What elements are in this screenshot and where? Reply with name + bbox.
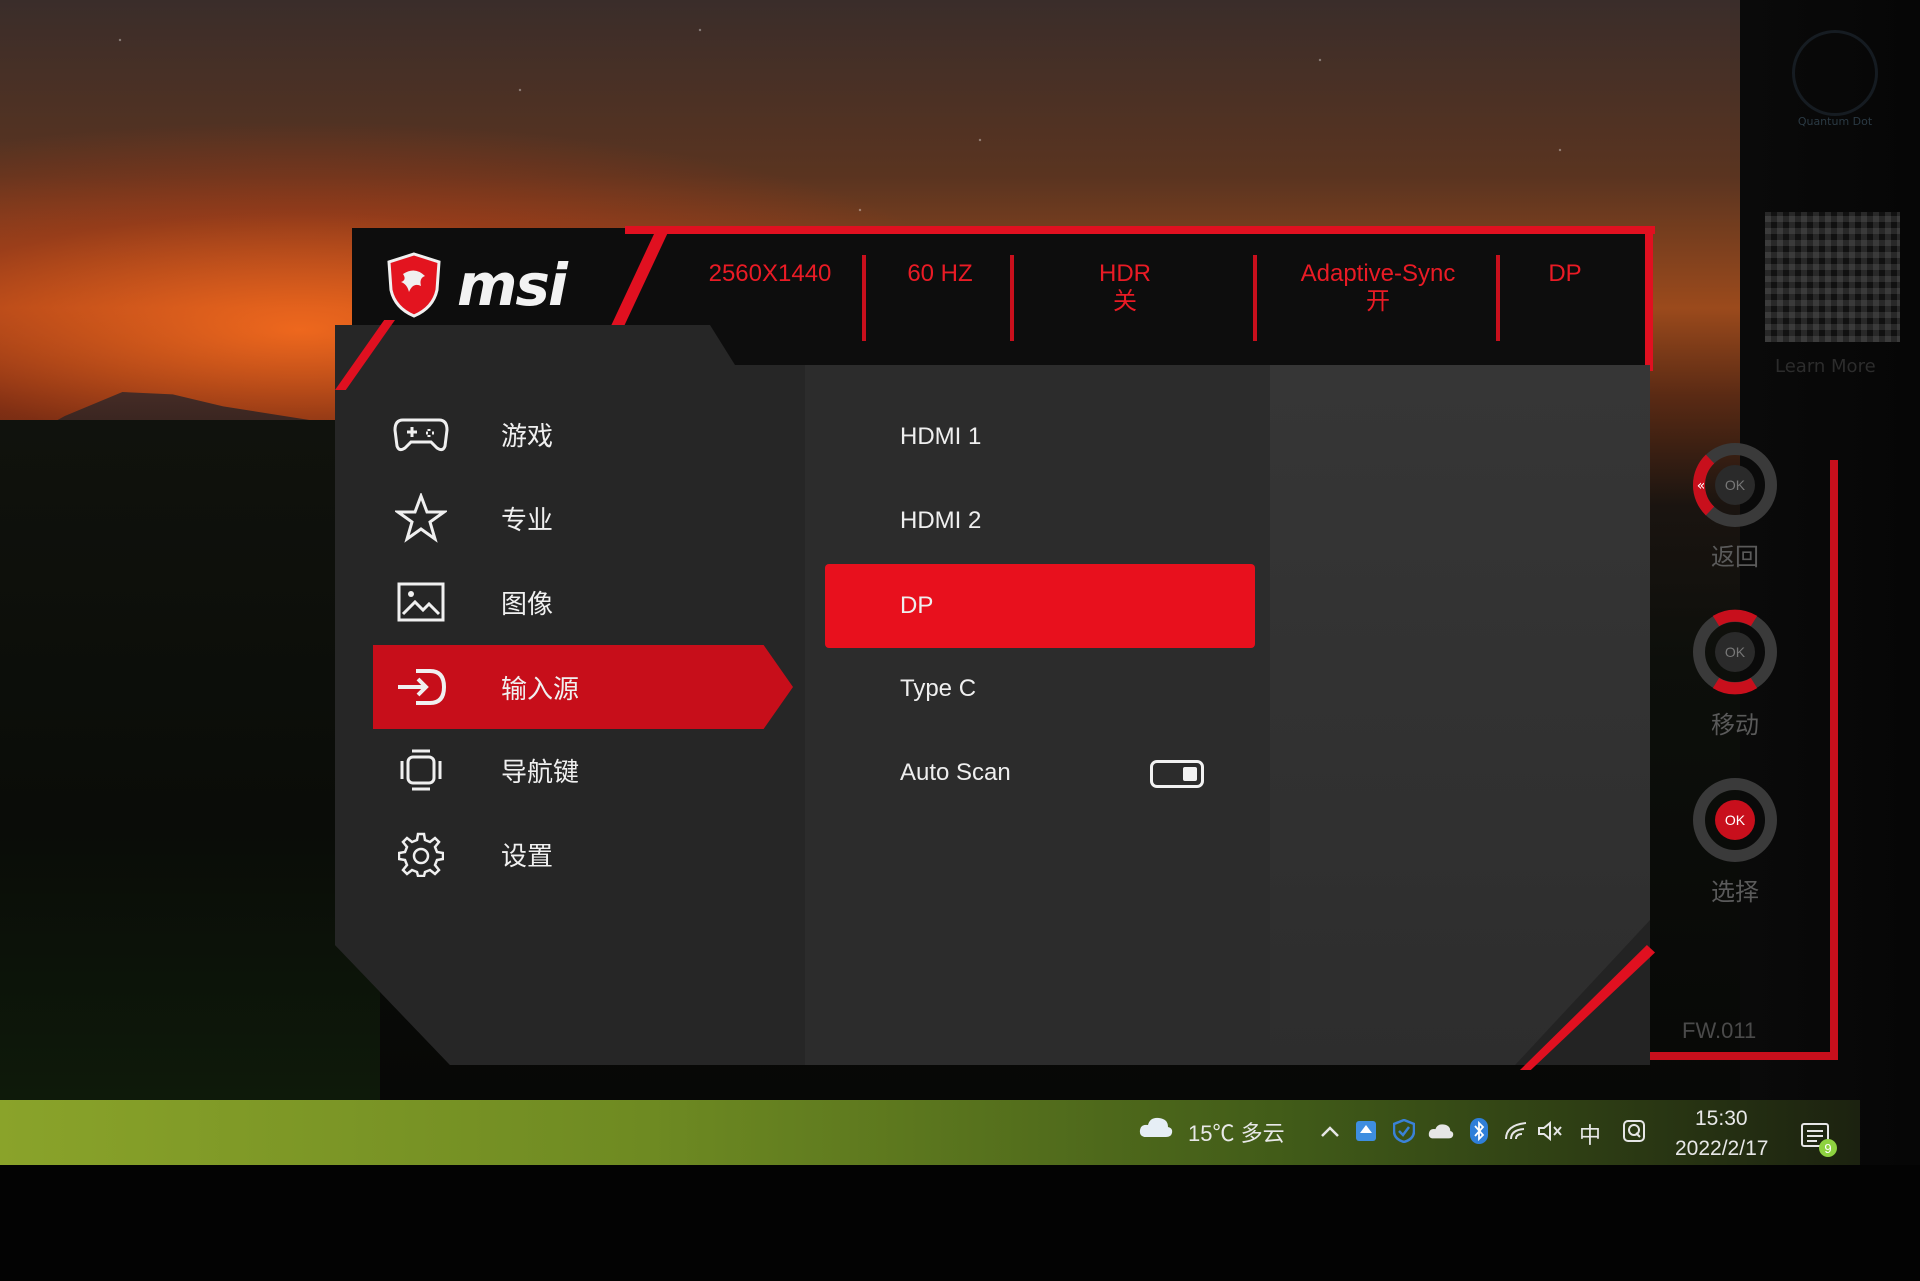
menu-item-image[interactable]: 图像 [373,560,793,644]
spec-refresh-rate: 60 HZ [907,260,973,287]
ime-indicator[interactable]: 中 [1579,1118,1601,1150]
input-option-label: Type C [900,675,977,702]
input-option-label: Auto Scan [900,759,1011,786]
menu-item-gaming[interactable]: 游戏 [373,392,793,476]
guide-frame-bottom [1650,1052,1838,1060]
input-option-dp[interactable]: DP [825,564,1255,648]
security-shield-icon[interactable] [1391,1118,1417,1144]
quantum-dot-badge-icon [1792,30,1878,116]
taskbar-time[interactable]: 15:30 [1695,1107,1748,1131]
quantum-dot-badge-text: Quantum Dot [1797,115,1873,128]
taskbar-weather[interactable]: 15℃ 多云 [1188,1116,1285,1148]
input-option-hdmi1[interactable]: HDMI 1 [825,395,1255,479]
menu-item-professional[interactable]: 专业 [373,476,793,560]
gear-icon [393,826,449,882]
tray-app-icon[interactable] [1353,1118,1379,1144]
svg-text:OK: OK [1725,477,1746,493]
spec-resolution: 2560X1440 [708,260,832,287]
svg-text:OK: OK [1725,644,1746,660]
gamepad-icon [393,406,449,462]
menu-item-label: 输入源 [501,674,580,705]
svg-text:9: 9 [1824,1141,1831,1156]
show-hidden-icons-chevron-icon[interactable] [1317,1118,1343,1144]
spec-hdr: HDR 关 [1099,260,1151,315]
monitor-bezel-bottom [0,1165,1920,1281]
wallpaper-forest [0,420,380,1100]
notification-center-icon[interactable]: 9 [1800,1122,1840,1158]
image-icon [393,574,449,630]
menu-item-label: 导航键 [501,757,580,788]
tray-q-app-icon[interactable] [1621,1118,1647,1144]
msi-logo: msi [385,245,568,325]
spec-divider [1496,255,1500,341]
msi-dragon-shield-icon [387,252,441,318]
input-option-label: HDMI 2 [900,507,982,534]
auto-scan-toggle[interactable] [1150,760,1204,788]
menu-item-label: 设置 [501,841,554,872]
toggle-knob [1183,767,1197,781]
menu-item-label: 专业 [501,505,554,536]
header-accent-line [625,226,1655,234]
input-option-type-c[interactable]: Type C [825,647,1255,731]
learn-more-caption: Learn More [1775,356,1876,377]
bluetooth-icon[interactable] [1466,1118,1492,1144]
spec-divider [1010,255,1014,341]
input-source-icon [393,659,449,715]
menu-item-label: 游戏 [501,421,554,452]
menu-item-input-source[interactable]: 输入源 [373,645,793,729]
star-icon [393,490,449,546]
weather-cloud-icon[interactable] [1138,1114,1174,1140]
joystick-back-icon: OK « [1692,443,1777,527]
taskbar-date[interactable]: 2022/2/17 [1675,1137,1768,1161]
guide-frame-edge [1830,460,1838,1060]
menu-item-label: 图像 [501,589,554,620]
menu-item-navigation-key[interactable]: 导航键 [373,728,793,812]
navigation-key-icon [393,742,449,798]
input-option-label: HDMI 1 [900,423,982,450]
input-option-hdmi2[interactable]: HDMI 2 [825,479,1255,563]
onedrive-cloud-icon[interactable] [1428,1118,1454,1144]
joystick-select-label: 选择 [1711,878,1759,906]
spec-input: DP [1548,260,1582,287]
msi-logo-text: msi [457,251,568,319]
spec-divider [1253,255,1257,341]
qr-code-icon [1765,212,1900,342]
svg-text:OK: OK [1725,812,1746,828]
detail-panel [1270,365,1650,1065]
joystick-move-icon: OK [1693,609,1777,695]
firmware-version: FW.011 [1682,1018,1757,1043]
volume-muted-icon[interactable] [1537,1118,1563,1144]
joystick-select-icon: OK [1693,778,1777,862]
wifi-icon[interactable] [1503,1118,1529,1144]
spec-adaptive-sync: Adaptive-Sync 开 [1300,260,1456,315]
spec-divider [862,255,866,341]
input-option-label: DP [900,592,934,619]
svg-text:«: « [1697,478,1706,494]
menu-item-settings[interactable]: 设置 [373,812,793,896]
joystick-back-label: 返回 [1711,543,1759,571]
header-accent-edge [1645,226,1653,371]
joystick-move-label: 移动 [1711,711,1759,739]
